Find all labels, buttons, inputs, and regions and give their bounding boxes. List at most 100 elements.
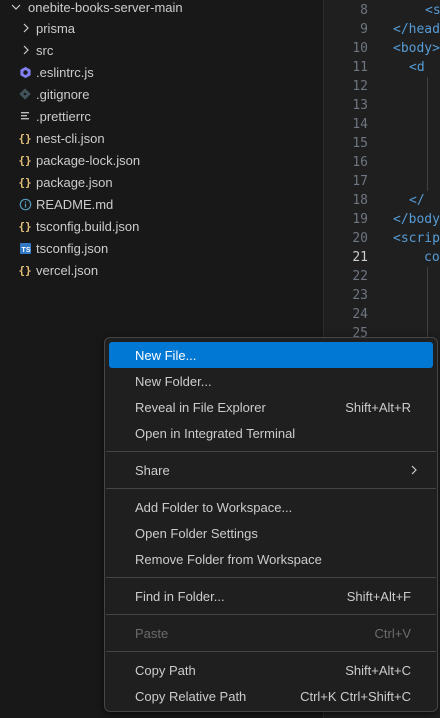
- menu-separator: [106, 614, 436, 615]
- json-icon: {}: [18, 131, 32, 145]
- menu-item-paste[interactable]: Paste Ctrl+V: [109, 620, 433, 646]
- menu-item-new-folder[interactable]: New Folder...: [109, 368, 433, 394]
- menu-item-add-folder-workspace[interactable]: Add Folder to Workspace...: [109, 494, 433, 520]
- tree-file-tsconfig-build[interactable]: {} tsconfig.build.json: [0, 215, 323, 237]
- menu-item-shortcut: Ctrl+K Ctrl+Shift+C: [300, 688, 411, 704]
- code-line: </: [409, 193, 425, 208]
- menu-item-label: Open in Integrated Terminal: [135, 425, 296, 441]
- tree-file-readme[interactable]: README.md: [0, 193, 323, 215]
- line-number: 17: [352, 174, 368, 189]
- menu-item-label: Open Folder Settings: [135, 525, 258, 541]
- code-line: </body: [393, 212, 440, 227]
- line-number: 13: [352, 98, 368, 113]
- tree-file-eslintrc[interactable]: .eslintrc.js: [0, 61, 323, 83]
- menu-item-shortcut: Shift+Alt+F: [346, 588, 411, 604]
- tree-file-label: tsconfig.build.json: [36, 218, 140, 234]
- line-number: 15: [352, 136, 368, 151]
- tree-file-label: tsconfig.json: [36, 240, 109, 256]
- line-number-active: 21: [352, 250, 368, 265]
- menu-item-copy-relative-path[interactable]: Copy Relative Path Ctrl+K Ctrl+Shift+C: [109, 683, 433, 709]
- tree-file-tsconfig[interactable]: TS tsconfig.json: [0, 237, 323, 259]
- tree-file-gitignore[interactable]: .gitignore: [0, 83, 323, 105]
- menu-item-share[interactable]: Share: [109, 457, 433, 483]
- tree-file-label: package-lock.json: [36, 152, 141, 168]
- line-number: 18: [352, 193, 368, 208]
- indent-guide: [427, 267, 428, 337]
- menu-item-shortcut: Shift+Alt+R: [345, 399, 411, 415]
- json-icon: {}: [18, 153, 32, 167]
- ts-icon: TS: [17, 240, 33, 256]
- menu-separator: [106, 488, 436, 489]
- json-icon: {}: [18, 219, 32, 233]
- code-line: <scrip: [393, 231, 440, 246]
- menu-item-new-file[interactable]: New File...: [109, 342, 433, 368]
- line-number: 8: [360, 3, 368, 18]
- code-line: co: [424, 250, 440, 265]
- menu-item-label: New Folder...: [135, 373, 212, 389]
- tree-folder-src[interactable]: src: [0, 39, 323, 61]
- code-line: <d: [409, 60, 425, 75]
- json-icon: {}: [18, 263, 32, 277]
- tree-file-label: nest-cli.json: [36, 130, 105, 146]
- lines-icon: [17, 108, 33, 124]
- menu-item-label: Find in Folder...: [135, 588, 225, 604]
- menu-item-label: New File...: [135, 347, 197, 363]
- line-number: 14: [352, 117, 368, 132]
- line-number: 12: [352, 79, 368, 94]
- menu-separator: [106, 651, 436, 652]
- code-line: </head: [393, 22, 440, 37]
- line-number: 16: [352, 155, 368, 170]
- info-icon: [17, 196, 33, 212]
- menu-item-label: Paste: [135, 625, 169, 641]
- line-number: 19: [352, 212, 368, 227]
- context-menu: New File... New Folder... Reveal in File…: [104, 337, 438, 712]
- line-number: 22: [352, 269, 368, 284]
- tree-file-label: README.md: [36, 196, 114, 212]
- menu-item-shortcut: Ctrl+V: [374, 625, 411, 641]
- code-line: <s: [425, 3, 440, 18]
- tree-file-package[interactable]: {} package.json: [0, 171, 323, 193]
- tree-file-nest-cli[interactable]: {} nest-cli.json: [0, 127, 323, 149]
- tree-root-folder[interactable]: onebite-books-server-main: [0, 0, 323, 18]
- line-number: 10: [352, 41, 368, 56]
- menu-item-remove-folder-workspace[interactable]: Remove Folder from Workspace: [109, 546, 433, 572]
- menu-item-shortcut: Shift+Alt+C: [345, 662, 411, 678]
- tree-file-package-lock[interactable]: {} package-lock.json: [0, 149, 323, 171]
- tree-folder-prisma[interactable]: prisma: [0, 17, 323, 39]
- tree-root-label: onebite-books-server-main: [28, 0, 183, 15]
- code-line: <body>: [393, 41, 440, 56]
- tree-file-label: vercel.json: [36, 262, 99, 278]
- tree-file-label: .gitignore: [36, 86, 90, 102]
- git-icon: [17, 86, 33, 102]
- line-number: 24: [352, 307, 368, 322]
- menu-item-label: Reveal in File Explorer: [135, 399, 266, 415]
- tree-file-label: .prettierrc: [36, 108, 91, 124]
- menu-item-open-folder-settings[interactable]: Open Folder Settings: [109, 520, 433, 546]
- indent-guide: [427, 77, 428, 191]
- tree-folder-label: prisma: [36, 20, 76, 36]
- eslint-icon: [17, 64, 33, 80]
- json-icon: {}: [18, 175, 32, 189]
- chevron-down-icon: [8, 0, 24, 15]
- tree-file-vercel[interactable]: {} vercel.json: [0, 259, 323, 281]
- line-number: 11: [352, 60, 368, 75]
- menu-separator: [106, 451, 436, 452]
- line-number: 20: [352, 231, 368, 246]
- tree-file-prettierrc[interactable]: .prettierrc: [0, 105, 323, 127]
- line-number: 23: [352, 288, 368, 303]
- menu-item-label: Share: [135, 462, 170, 478]
- menu-item-label: Add Folder to Workspace...: [135, 499, 293, 515]
- tree-file-label: .eslintrc.js: [36, 64, 94, 80]
- menu-item-reveal-in-explorer[interactable]: Reveal in File Explorer Shift+Alt+R: [109, 394, 433, 420]
- tree-file-label: package.json: [36, 174, 113, 190]
- chevron-right-icon: [18, 42, 34, 58]
- menu-item-label: Remove Folder from Workspace: [135, 551, 322, 567]
- chevron-right-icon: [409, 463, 419, 478]
- line-number: 9: [360, 22, 368, 37]
- menu-item-find-in-folder[interactable]: Find in Folder... Shift+Alt+F: [109, 583, 433, 609]
- menu-item-label: Copy Relative Path: [135, 688, 247, 704]
- menu-item-open-terminal[interactable]: Open in Integrated Terminal: [109, 420, 433, 446]
- menu-separator: [106, 577, 436, 578]
- chevron-right-icon: [18, 20, 34, 36]
- menu-item-copy-path[interactable]: Copy Path Shift+Alt+C: [109, 657, 433, 683]
